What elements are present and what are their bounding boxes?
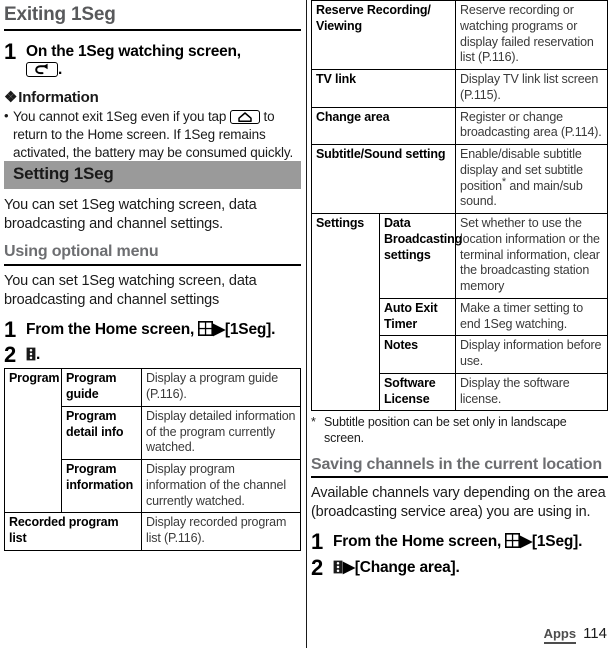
table-cell-key: Program guide — [61, 368, 142, 407]
information-heading-label: Information — [18, 89, 99, 107]
step-text-before: From the Home screen, — [26, 321, 195, 339]
table-row: Change area Register or change broadcast… — [310, 106, 608, 145]
step-text-before: From the Home screen, — [333, 533, 502, 551]
table-cell-group: Reserve Recording/ Viewing — [310, 0, 457, 70]
column-divider — [306, 0, 307, 648]
bullet-icon: • — [4, 108, 9, 124]
table-cell-group: Change area — [310, 106, 457, 145]
table-cell-desc: Register or change broadcasting area (P.… — [455, 106, 608, 145]
step-number: 2 — [311, 554, 324, 580]
table-cell-desc: Display the software license. — [455, 372, 608, 412]
step-open-1seg: 1 From the Home screen, ▶[1Seg]. — [4, 318, 301, 341]
saving-channels-paragraph: Available channels vary depending on the… — [311, 484, 606, 521]
footer-section-label: Apps — [543, 626, 577, 644]
title-rule — [4, 28, 301, 31]
subsection-heading-optional-menu: Using optional menu — [4, 243, 159, 261]
table-cell-desc: Reserve recording or watching programs o… — [455, 0, 608, 70]
step-text-before: On the 1Seg watching screen, — [26, 42, 241, 60]
step-number: 2 — [4, 342, 17, 368]
table-cell-group: Settings — [311, 212, 380, 412]
step-number: 1 — [4, 317, 17, 343]
step-text-after: [1Seg]. — [224, 321, 276, 339]
step-text: On the 1Seg watching screen, . — [26, 40, 241, 80]
table-cell-key: Data Broadcasting settings — [378, 213, 462, 299]
step-arrow: ▶ — [213, 321, 225, 339]
optional-menu-table-right: Reserve Recording/ Viewing Reserve recor… — [310, 0, 608, 412]
step-text: From the Home screen, ▶[1Seg]. — [26, 318, 275, 339]
step-text-after: . — [58, 61, 63, 79]
footnote-text: Subtitle position can be set only in lan… — [324, 415, 567, 445]
optional-menu-paragraph: You can set 1Seg watching screen, data b… — [4, 272, 257, 308]
subsection-rule — [311, 475, 608, 478]
step-number: 1 — [4, 38, 17, 64]
table-footnote: * Subtitle position can be set only in l… — [311, 415, 608, 446]
apps-grid-icon[interactable] — [198, 321, 214, 337]
table-cell-desc: Display a program guide (P.116). — [141, 368, 301, 407]
step-text-after: . — [36, 346, 41, 364]
step-arrow: ▶ — [343, 558, 355, 576]
table-cell-desc: Make a timer setting to end 1Seg watchin… — [455, 297, 608, 337]
overflow-menu-icon[interactable] — [333, 560, 343, 574]
table-cell-desc: Display information before use. — [455, 335, 608, 374]
overflow-menu-icon[interactable] — [26, 347, 36, 361]
step-open-overflow-menu: 2 . — [4, 343, 301, 366]
table-row: TV link Display TV link list screen (P.1… — [310, 69, 608, 108]
page-footer: Apps 114 — [543, 625, 607, 644]
table-cell-group: Subtitle/Sound setting — [310, 144, 457, 214]
setting-1seg-paragraph: You can set 1Seg watching screen, data b… — [4, 196, 257, 233]
table-cell-desc: Display TV link list screen (P.115). — [455, 69, 608, 108]
home-key-icon[interactable] — [229, 110, 260, 125]
table-cell-desc: Display recorded program list (P.116). — [141, 512, 301, 551]
table-cell-key: Auto Exit Timer — [378, 297, 457, 337]
table-cell-key: Notes — [378, 335, 457, 374]
table-cell-group: Program — [4, 368, 62, 514]
step-text: . — [26, 343, 40, 364]
subsection-heading-saving-channels: Saving channels in the current location — [311, 455, 602, 473]
information-bullet: • You cannot exit 1Seg even if you tap t… — [4, 108, 301, 161]
table-row: Program Program guide Display a program … — [4, 368, 301, 514]
back-key-icon[interactable] — [26, 62, 58, 78]
subsection-rule — [4, 263, 301, 266]
step-exit-1seg: 1 On the 1Seg watching screen, . — [4, 40, 301, 80]
footer-page-number: 114 — [583, 625, 607, 642]
table-cell-desc-subtitle: Enable/disable subtitle display and set … — [455, 144, 608, 214]
section-heading-setting-1seg: Setting 1Seg — [4, 161, 301, 189]
table-cell-desc: Display detailed information of the prog… — [141, 405, 301, 461]
diamond-icon: ❖ — [4, 89, 18, 107]
apps-grid-icon[interactable] — [505, 533, 521, 549]
table-row: Reserve Recording/ Viewing Reserve recor… — [310, 0, 608, 70]
right-column: Reserve Recording/ Viewing Reserve recor… — [310, 0, 608, 648]
step-text-after: [Change area]. — [354, 558, 460, 576]
table-cell-desc: Set whether to use the location informat… — [455, 213, 608, 299]
step-open-1seg-right: 1 From the Home screen, ▶[1Seg]. — [311, 530, 608, 553]
left-column: Exiting 1Seg 1 On the 1Seg watching scre… — [4, 0, 301, 648]
table-row: Settings Data Broadcasting settings Set … — [311, 212, 608, 412]
step-change-area: 2 ▶[Change area]. — [311, 554, 608, 580]
step-text: From the Home screen, ▶[1Seg]. — [333, 530, 582, 551]
table-row: Subtitle/Sound setting Enable/disable su… — [310, 144, 608, 214]
table-cell-group: TV link — [310, 69, 457, 108]
step-text: ▶[Change area]. — [333, 556, 460, 577]
table-cell-group: Recorded program list — [4, 512, 142, 551]
table-cell-key: Program detail info — [61, 405, 142, 461]
optional-menu-table-left: Program Program guide Display a program … — [4, 368, 301, 551]
bullet-part1: You cannot exit 1Seg even if you tap — [13, 109, 227, 125]
table-cell-key: Program information — [61, 459, 142, 514]
table-cell-desc: Display program information of the chann… — [141, 459, 301, 514]
information-heading: ❖Information — [4, 88, 301, 106]
step-arrow: ▶ — [520, 533, 532, 551]
step-text-after: [1Seg]. — [531, 533, 583, 551]
page-title: Exiting 1Seg — [4, 4, 116, 25]
table-cell-key: Software License — [378, 372, 457, 412]
table-row: Recorded program list Display recorded p… — [4, 512, 301, 551]
manual-page: Exiting 1Seg 1 On the 1Seg watching scre… — [0, 0, 609, 648]
step-number: 1 — [311, 529, 324, 555]
information-bullet-text: You cannot exit 1Seg even if you tap to … — [13, 108, 301, 161]
footnote-mark: * — [311, 415, 316, 430]
